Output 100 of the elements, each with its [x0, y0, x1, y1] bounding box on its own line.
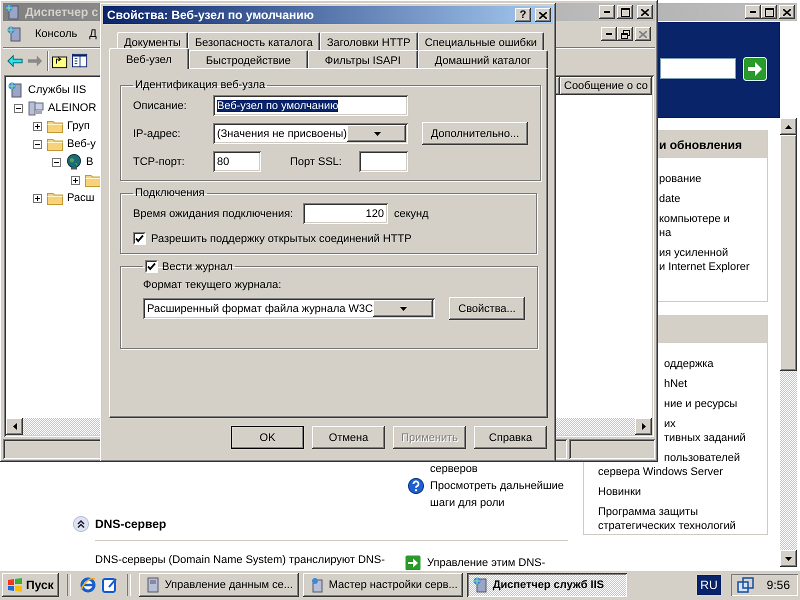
tree-item[interactable]: Расш	[67, 192, 94, 204]
link-text[interactable]: Просмотреть дальнейшие шаги для роли	[430, 478, 564, 512]
link-text[interactable]: Управление этим DNS-	[427, 557, 546, 569]
folder-icon	[85, 173, 101, 187]
log-format-dropdown[interactable]: Расширенный формат файла журнала W3C	[143, 298, 435, 319]
timeout-field[interactable]: 120	[303, 203, 388, 224]
maximize-icon	[620, 8, 630, 16]
minimize-button[interactable]	[601, 27, 617, 41]
tree-item[interactable]: Службы IIS	[28, 84, 86, 96]
tab[interactable]: Домашний каталог	[418, 50, 548, 68]
tab[interactable]: Фильтры ISAPI	[308, 50, 418, 68]
maximize-button[interactable]	[617, 5, 633, 19]
link-text[interactable]: стратегических технологий	[598, 519, 736, 533]
maximize-icon	[764, 8, 774, 16]
document-icon[interactable]	[100, 576, 119, 594]
minimize-button[interactable]	[599, 5, 615, 19]
restore-icon	[620, 30, 630, 38]
taskbar-button[interactable]: Мастер настройки серв...	[302, 573, 463, 597]
language-indicator[interactable]: RU	[697, 575, 721, 595]
browser-icon[interactable]	[78, 576, 97, 594]
menu-item[interactable]: Консоль	[35, 28, 78, 40]
close-button[interactable]	[535, 8, 551, 22]
collapse-icon[interactable]	[73, 516, 89, 532]
scroll-down-icon	[785, 556, 792, 560]
menu-item[interactable]: Д	[89, 28, 97, 40]
minimize-button[interactable]	[745, 5, 761, 19]
dropdown-arrow-icon	[400, 306, 408, 310]
dialog-button[interactable]: Справка	[474, 426, 547, 449]
taskbar-button[interactable]: Управление данным се...	[138, 573, 299, 597]
tab[interactable]: Быстродействие	[188, 50, 308, 68]
link-text[interactable]: компьютере и	[659, 212, 730, 226]
tree-item[interactable]: Веб-у	[67, 138, 96, 150]
section-title: DNS-сервер	[95, 517, 166, 531]
tab[interactable]: Специальные ошибки	[418, 32, 544, 50]
expand-toggle[interactable]	[71, 176, 80, 184]
maximize-button[interactable]	[761, 5, 777, 19]
ssl-port-field[interactable]	[359, 151, 408, 172]
back-icon[interactable]	[7, 54, 23, 68]
network-icon[interactable]	[736, 577, 755, 593]
field-label: Время ожидания подключения:	[133, 208, 294, 220]
column-header[interactable]: Сообщение о со	[560, 77, 652, 95]
description-field[interactable]: Веб-узел по умолчанию	[213, 95, 408, 116]
expand-toggle[interactable]	[33, 122, 42, 130]
minimize-icon	[606, 33, 612, 35]
close-icon	[783, 8, 791, 16]
link-text[interactable]: пользователей	[664, 451, 740, 465]
close-button[interactable]	[779, 5, 795, 19]
dialog-button[interactable]: OK	[231, 426, 304, 449]
expand-toggle[interactable]	[14, 104, 23, 112]
link-text[interactable]: Программа защиты	[598, 505, 698, 519]
field-label: Порт SSL:	[290, 156, 343, 168]
checkbox[interactable]	[145, 260, 158, 273]
link-text[interactable]: их	[664, 417, 676, 431]
checkbox-label[interactable]: Разрешить поддержку открытых соединений HTTP	[151, 232, 412, 244]
link-text[interactable]: оддержка	[664, 357, 714, 371]
ip-address-dropdown[interactable]: (Значения не присвоены)	[213, 123, 408, 144]
scroll-right-button[interactable]	[635, 418, 652, 435]
scroll-up-icon	[785, 124, 792, 128]
dropdown-arrow-icon	[374, 132, 381, 136]
field-label: IP-адрес:	[133, 128, 182, 140]
start-button[interactable]: Пуск	[2, 573, 59, 597]
restore-button[interactable]	[617, 27, 633, 41]
expand-toggle[interactable]	[52, 158, 61, 166]
link-text[interactable]: ия усиленной	[659, 246, 728, 260]
pane-toggle-icon[interactable]	[72, 53, 88, 69]
server-icon	[7, 26, 23, 42]
link-text[interactable]: Новинки	[598, 485, 642, 499]
tab[interactable]: Веб-узел	[109, 48, 189, 69]
close-button[interactable]	[637, 5, 653, 19]
tcp-port-field[interactable]: 80	[213, 151, 261, 172]
tree-item[interactable]: Груп	[67, 120, 90, 132]
properties-button[interactable]: Свойства...	[449, 297, 525, 320]
link-text[interactable]: рование	[659, 172, 702, 186]
expand-toggle[interactable]	[33, 194, 42, 202]
link-text[interactable]: ние и ресурсы	[664, 397, 738, 411]
link-text[interactable]: сервера Windows Server	[598, 465, 723, 479]
link-text[interactable]: тивных заданий	[664, 431, 746, 445]
link-text[interactable]: и Internet Explorer	[659, 260, 750, 274]
advanced-button[interactable]: Дополнительно...	[422, 122, 528, 145]
help-button[interactable]: ?	[515, 8, 531, 22]
field-label: Формат текущего журнала:	[143, 279, 282, 291]
scrollbar[interactable]	[780, 118, 797, 567]
tab[interactable]: Заголовки HTTP	[320, 32, 418, 50]
link-text[interactable]: hNet	[664, 377, 688, 391]
tree-item[interactable]: ALEINOR	[48, 102, 96, 114]
window-title: Диспетчер с	[25, 5, 98, 19]
clock: 9:56	[766, 578, 790, 592]
checkbox-label[interactable]: Вести журнал	[162, 260, 233, 272]
taskbar-button[interactable]: Диспетчер служб IIS	[466, 573, 627, 597]
checkbox[interactable]	[133, 232, 146, 245]
scroll-left-button[interactable]	[6, 418, 23, 435]
link-text[interactable]: date	[659, 192, 680, 206]
tree-item[interactable]: В	[86, 156, 94, 168]
link-text[interactable]: на	[659, 226, 672, 240]
link-text[interactable]: серверов	[430, 463, 478, 475]
server-icon	[8, 82, 24, 98]
search-field[interactable]	[660, 58, 736, 79]
expand-toggle[interactable]	[33, 140, 42, 148]
tab[interactable]: Безопасность каталога	[188, 32, 320, 50]
dialog-button[interactable]: Отмена	[312, 426, 385, 449]
